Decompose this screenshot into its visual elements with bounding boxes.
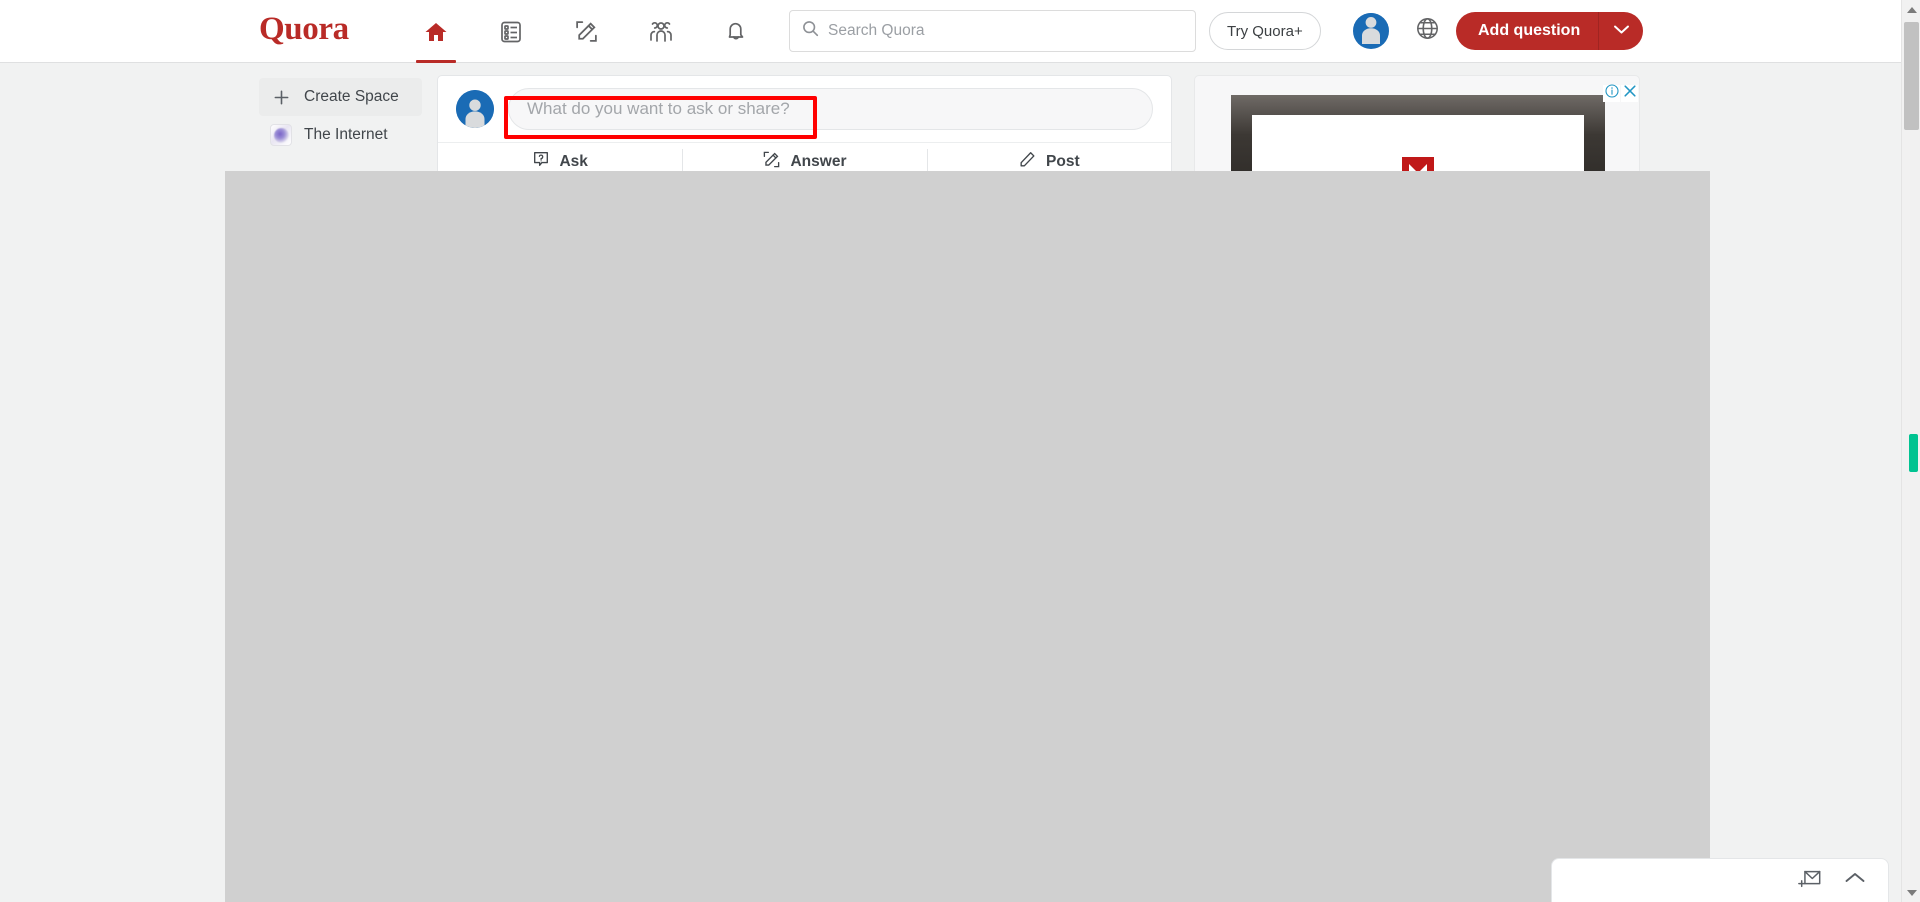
bell-icon [724, 19, 748, 44]
sidebar-item-label: The Internet [304, 126, 388, 143]
ad-controls [1603, 84, 1638, 103]
composer-tab-label: Answer [790, 152, 847, 170]
scrollbar-down-button[interactable] [1902, 883, 1920, 902]
messaging-bar[interactable] [1551, 858, 1889, 902]
composer-avatar[interactable] [456, 90, 494, 128]
pencil-icon [1018, 150, 1037, 174]
plus-icon [269, 85, 293, 109]
triangle-up-icon [1906, 6, 1917, 13]
sidebar-item-create-space[interactable]: Create Space [259, 78, 422, 116]
composer-top-row [438, 76, 1171, 142]
search-input[interactable] [828, 22, 1183, 40]
chevron-down-icon [1613, 22, 1630, 40]
add-question-dropdown[interactable] [1599, 12, 1643, 50]
add-question-button[interactable]: Add question [1456, 12, 1644, 50]
try-quora-plus-button[interactable]: Try Quora+ [1209, 12, 1321, 50]
user-avatar-icon [1353, 13, 1389, 49]
left-sidebar: Create Space The Internet [259, 78, 422, 154]
site-header: Quora Search Quora Try Quora+ Add questi… [0, 0, 1901, 63]
ad-creative[interactable] [1231, 95, 1605, 179]
home-icon [423, 20, 449, 44]
nav-notifications[interactable] [708, 1, 764, 63]
ad-panel [1194, 75, 1640, 180]
people-group-icon [648, 20, 674, 44]
scroll-position-marker [1909, 434, 1918, 472]
composer-card: Ask Answer [437, 75, 1172, 180]
composer-input-wrap[interactable] [508, 88, 1153, 130]
ad-close-button[interactable] [1621, 85, 1638, 102]
content-overlay [225, 171, 1710, 902]
add-question-label: Add question [1478, 22, 1581, 39]
nav-home[interactable] [408, 1, 464, 63]
pencil-square-icon [762, 150, 781, 174]
quora-home-page: Quora Search Quora Try Quora+ Add questi… [0, 0, 1920, 902]
nav-following[interactable] [483, 1, 539, 63]
quora-logo[interactable]: Quora [259, 10, 349, 48]
triangle-down-icon [1906, 889, 1917, 896]
search-icon [802, 20, 819, 42]
new-message-button[interactable] [1798, 868, 1822, 894]
sidebar-item-the-internet[interactable]: The Internet [259, 116, 422, 154]
adchoices-button[interactable] [1603, 84, 1620, 103]
new-message-envelope-icon [1798, 868, 1822, 894]
composer-input[interactable] [527, 99, 1134, 119]
sidebar-item-label: Create Space [304, 88, 399, 105]
chevron-up-icon [1844, 871, 1866, 890]
scrollbar-thumb[interactable] [1904, 22, 1919, 130]
language-button[interactable] [1409, 13, 1445, 49]
composer-tab-label: Post [1046, 152, 1080, 170]
nav-answer[interactable] [558, 1, 614, 63]
info-circle-icon [1604, 84, 1619, 103]
question-box-icon [532, 150, 550, 173]
pencil-square-icon [574, 19, 599, 44]
primary-nav [408, 0, 764, 63]
scrollbar-up-button[interactable] [1902, 0, 1920, 19]
space-thumbnail-icon [269, 123, 293, 147]
close-x-icon [1623, 84, 1637, 103]
nav-spaces[interactable] [633, 1, 689, 63]
globe-icon [1415, 16, 1440, 46]
composer-tab-label: Ask [559, 152, 588, 170]
expand-messaging-button[interactable] [1844, 871, 1866, 890]
avatar[interactable] [1353, 13, 1389, 49]
search-bar[interactable] [789, 10, 1196, 52]
list-feed-icon [499, 20, 523, 44]
